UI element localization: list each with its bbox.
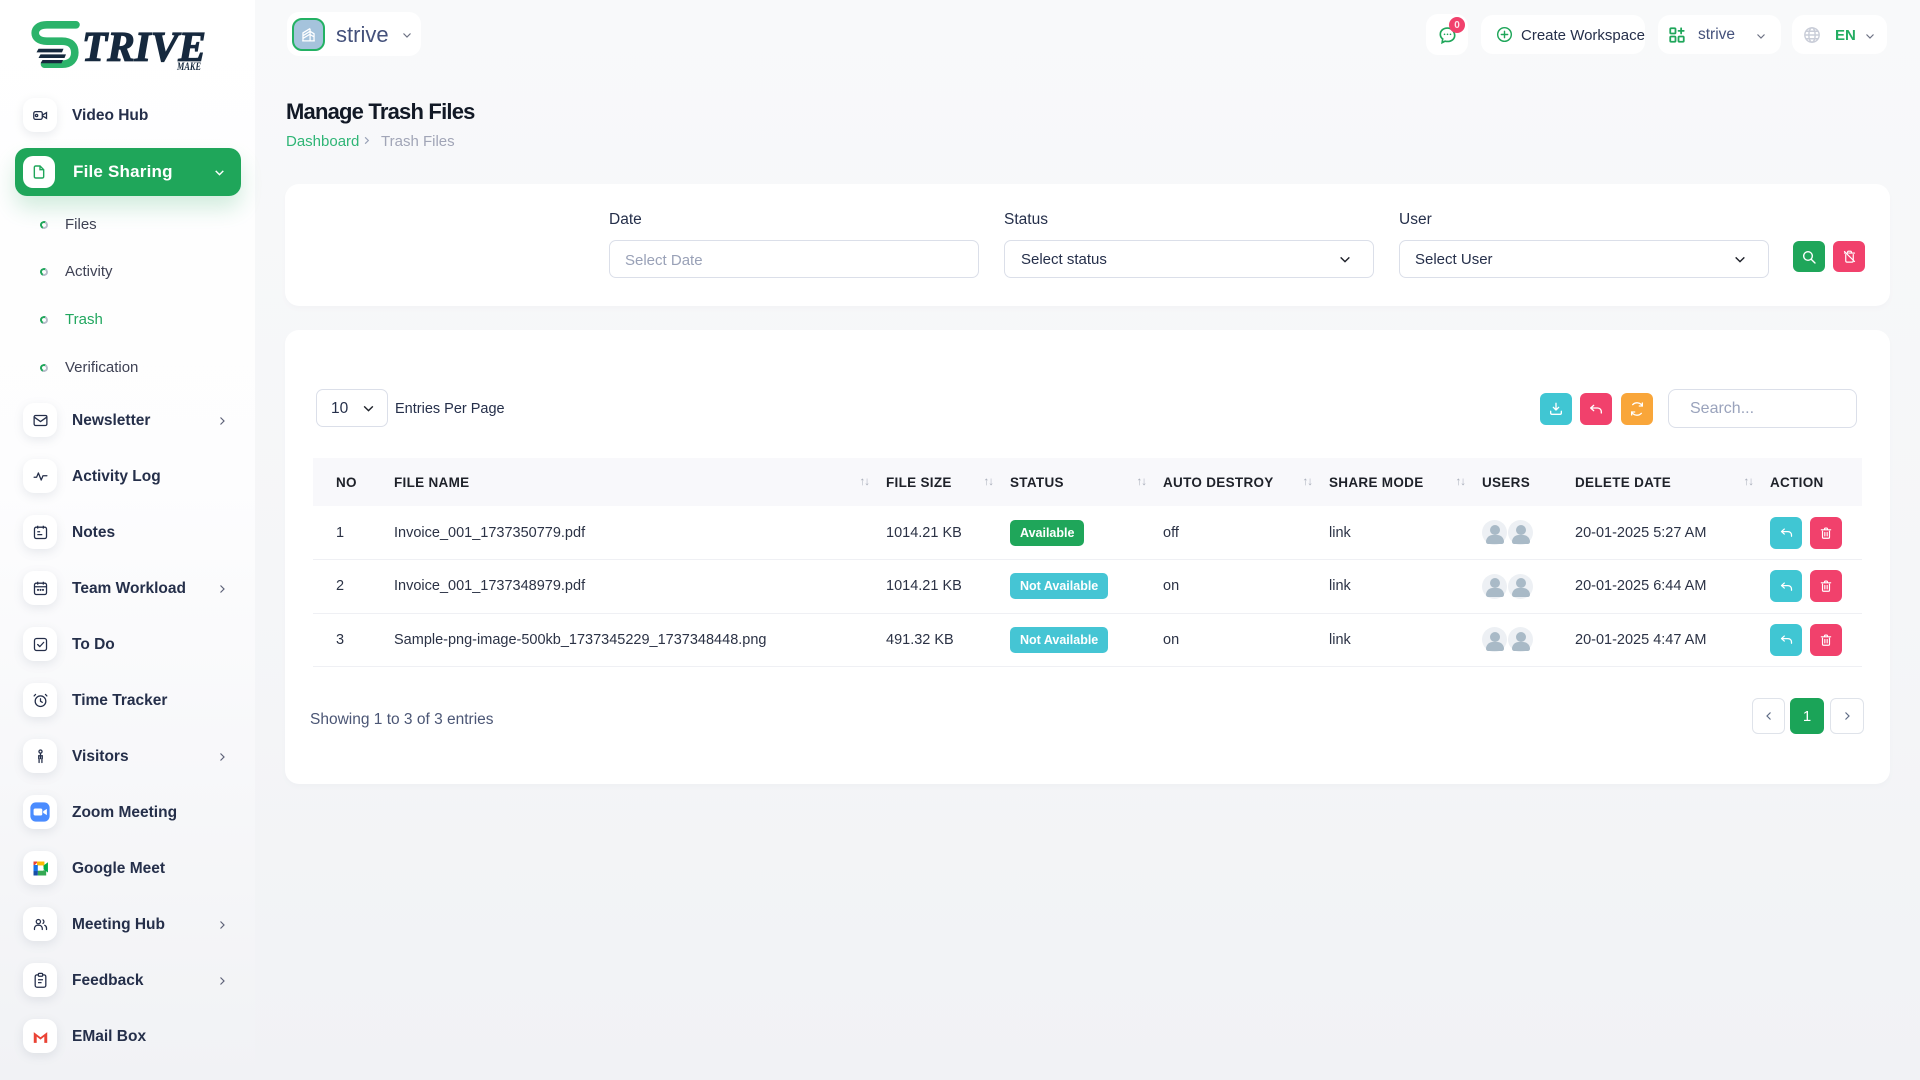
svg-text:MAKE: MAKE [176, 59, 201, 73]
